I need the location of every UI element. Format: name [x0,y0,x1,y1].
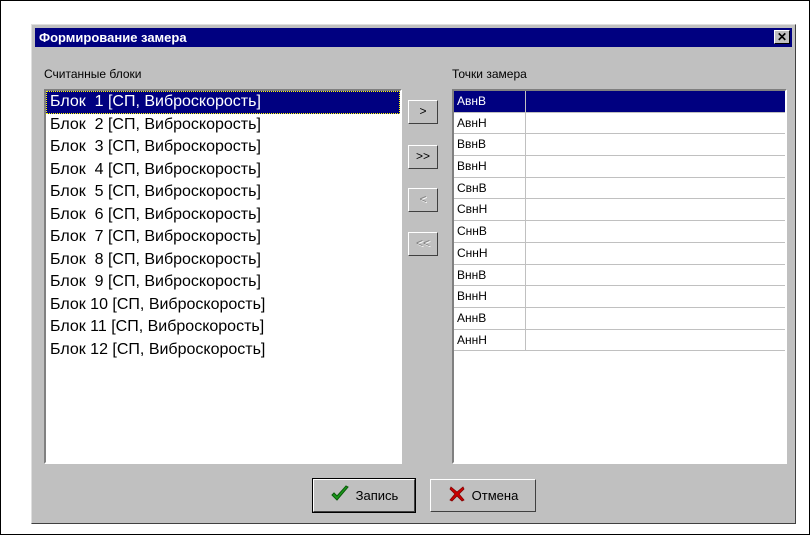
point-value-cell[interactable] [526,265,785,286]
point-row[interactable]: СвнВ [454,177,785,200]
point-row[interactable]: ВвнН [454,156,785,178]
point-value-cell[interactable] [526,199,785,220]
cancel-label: Отмена [471,488,519,503]
points-grid[interactable]: АвнВ АвнН ВвнВ ВвнН СвнВ СвнН СннВ СннН ВннВ ВннН… [452,89,787,464]
measurement-dialog: Формирование замера ✕ Считанные блоки Бл… [31,24,796,524]
add-all-button[interactable]: >> [408,145,438,169]
point-row[interactable]: ВвнВ [454,134,785,157]
block-list-item[interactable]: Блок 11 [СП, Виброскорость] [46,316,400,339]
title-bar: Формирование замера ✕ [35,28,792,47]
checkmark-icon [330,485,350,506]
point-value-cell[interactable] [526,134,785,155]
block-list-item[interactable]: Блок 2 [СП, Виброскорость] [46,114,400,137]
block-list-item[interactable]: Блок 9 [СП, Виброскорость] [46,271,400,294]
blocks-label: Считанные блоки [44,67,142,81]
block-list-item[interactable]: Блок 5 [СП, Виброскорость] [46,181,400,204]
point-row[interactable]: СннВ [454,221,785,243]
point-value-cell[interactable] [526,156,785,177]
point-name-cell[interactable]: АвнН [454,112,526,134]
point-name-cell[interactable]: СвнВ [454,177,526,199]
save-button[interactable]: Запись [312,478,416,513]
point-value-cell[interactable] [526,113,785,134]
point-name-cell[interactable]: АннВ [454,307,526,329]
point-value-cell[interactable] [526,178,785,199]
point-row[interactable]: СвнН [454,199,785,222]
close-button[interactable]: ✕ [774,30,790,44]
point-value-cell[interactable] [526,221,785,242]
point-row[interactable]: СннН [454,242,785,265]
block-list-item[interactable]: Блок 7 [СП, Виброскорость] [46,226,400,249]
point-value-cell[interactable] [526,330,785,351]
point-row[interactable]: АннН [454,329,785,352]
point-value-cell[interactable] [526,308,785,329]
point-name-cell[interactable]: ВвнВ [454,134,526,156]
block-list-item[interactable]: Блок 3 [СП, Виброскорость] [46,136,400,159]
dialog-title: Формирование замера [39,30,187,45]
point-name-cell[interactable]: АвнВ [454,91,526,112]
block-list-item[interactable]: Блок 10 [СП, Виброскорость] [46,294,400,317]
block-list-item[interactable]: Блок 12 [СП, Виброскорость] [46,339,400,362]
point-row[interactable]: АвнВ [454,91,785,113]
point-name-cell[interactable]: СвнН [454,199,526,221]
point-name-cell[interactable]: СннВ [454,221,526,242]
point-name-cell[interactable]: ВвнН [454,156,526,177]
block-list-item[interactable]: Блок 1 [СП, Виброскорость] [46,91,400,114]
cancel-button[interactable]: Отмена [430,479,536,512]
point-name-cell[interactable]: ВннН [454,286,526,307]
point-name-cell[interactable]: АннН [454,329,526,351]
block-list-item[interactable]: Блок 8 [СП, Виброскорость] [46,249,400,272]
point-row[interactable]: АннВ [454,307,785,330]
point-row[interactable]: ВннН [454,286,785,308]
add-one-button[interactable]: > [408,100,438,124]
block-list-item[interactable]: Блок 6 [СП, Виброскорость] [46,204,400,227]
point-name-cell[interactable]: ВннВ [454,264,526,286]
cross-icon [448,485,466,506]
point-row[interactable]: ВннВ [454,264,785,287]
remove-all-button[interactable]: << [408,232,438,256]
point-row[interactable]: АвнН [454,112,785,135]
points-label: Точки замера [452,67,527,81]
point-value-cell[interactable] [526,243,785,264]
save-label: Запись [355,488,399,503]
point-name-cell[interactable]: СннН [454,242,526,264]
block-list-item[interactable]: Блок 4 [СП, Виброскорость] [46,159,400,182]
blocks-listbox[interactable]: Блок 1 [СП, Виброскорость] Блок 2 [СП, Ви… [44,89,402,464]
point-value-cell[interactable] [526,91,785,112]
point-value-cell[interactable] [526,286,785,307]
remove-one-button[interactable]: < [408,188,438,212]
close-icon: ✕ [776,30,788,44]
